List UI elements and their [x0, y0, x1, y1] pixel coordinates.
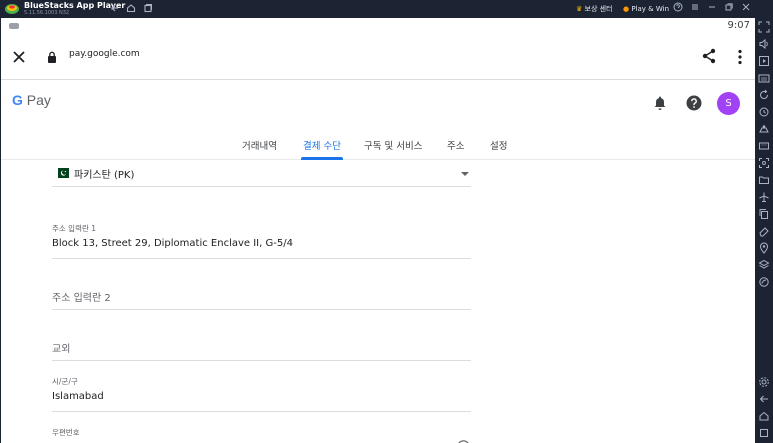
city-label: 시/군/구: [52, 377, 78, 386]
pakistan-flag-icon: [54, 168, 69, 178]
avatar[interactable]: S: [717, 92, 740, 115]
bluestacks-titlebar: BlueStacks App Player 5.11.56.1003 N32 ♛…: [0, 0, 773, 18]
help-circle-icon[interactable]: [672, 2, 684, 16]
address-line2-placeholder: 주소 입력란 2: [52, 293, 111, 304]
back-icon[interactable]: [109, 3, 121, 15]
tab-payment-methods[interactable]: 결제 수단: [303, 138, 341, 152]
restore-icon[interactable]: [723, 2, 735, 16]
url-text[interactable]: pay.google.com: [69, 49, 140, 59]
screenshot-icon[interactable]: [758, 157, 770, 169]
gpay-header: G Pay S 거래내역 결제 수단 구독 및 서비스 주소 설정: [1, 80, 755, 160]
address-line1-value: Block 13, Street 29, Diplomatic Enclave …: [52, 238, 293, 249]
android-home-icon[interactable]: [758, 410, 770, 422]
coin-icon: ●: [623, 5, 630, 13]
settings-gear-icon[interactable]: [758, 376, 770, 388]
tabs-icon[interactable]: [142, 3, 154, 15]
help-icon[interactable]: [686, 95, 702, 111]
tab-activity[interactable]: 거래내역: [242, 138, 277, 152]
browser-toolbar: pay.google.com: [1, 36, 755, 80]
address-line2-field[interactable]: 주소 입력란 2: [52, 273, 471, 310]
rewards-center-label: 보상 센터: [584, 5, 613, 13]
folder-icon[interactable]: [758, 174, 770, 186]
sync-icon[interactable]: [758, 106, 770, 118]
google-g-logo: G: [12, 92, 23, 108]
address-line1-label: 주소 입력란 1: [52, 224, 97, 233]
address-form: 파키스탄 (PK) 주소 입력란 1 Block 13, Street 29, …: [1, 160, 755, 443]
country-value: 파키스탄 (PK): [74, 170, 135, 181]
city-field[interactable]: 시/군/구 Islamabad: [52, 375, 471, 412]
district-placeholder: 교외: [52, 344, 71, 355]
hamburger-menu-icon[interactable]: [689, 2, 701, 16]
shake-icon[interactable]: [758, 123, 770, 135]
fullscreen-icon[interactable]: [758, 21, 770, 33]
dropdown-arrow-icon: [461, 172, 469, 176]
city-value: Islamabad: [52, 391, 104, 402]
layers-icon[interactable]: [758, 259, 770, 271]
media-icon[interactable]: [758, 55, 770, 67]
home-icon[interactable]: [125, 3, 137, 15]
macro-icon[interactable]: [758, 140, 770, 152]
rewards-center-button[interactable]: ♛ 보상 센터: [576, 3, 613, 15]
keyboard-icon[interactable]: [758, 72, 770, 84]
country-select[interactable]: 파키스탄 (PK): [52, 160, 471, 187]
location-icon[interactable]: [758, 242, 770, 254]
android-back-icon[interactable]: [758, 393, 770, 405]
gpay-tabs: 거래내역 결제 수단 구독 및 서비스 주소 설정: [1, 136, 755, 160]
address-line1-field[interactable]: 주소 입력란 1 Block 13, Street 29, Diplomatic…: [52, 222, 471, 259]
volume-icon[interactable]: [758, 38, 770, 50]
lock-icon: [48, 51, 56, 63]
gpay-logo[interactable]: G Pay: [12, 92, 51, 112]
status-time: 9:07: [727, 20, 750, 31]
more-vert-icon[interactable]: [734, 48, 746, 66]
postal-code-label: 우편번호: [52, 428, 80, 437]
eco-mode-icon[interactable]: [758, 276, 770, 288]
close-icon[interactable]: [10, 48, 28, 66]
rotate-icon[interactable]: [758, 89, 770, 101]
android-screen: 9:07 pay.google.com G Pay S 거래내역 결제 수단 구…: [0, 18, 755, 443]
eraser-icon[interactable]: [758, 225, 770, 237]
minimize-icon[interactable]: [706, 2, 718, 16]
pay-wordmark: Pay: [22, 92, 51, 108]
share-icon[interactable]: [701, 48, 717, 64]
tab-settings[interactable]: 설정: [490, 138, 507, 152]
play-win-label: Play & Win: [631, 5, 669, 13]
close-window-icon[interactable]: [740, 2, 752, 16]
app-version: 5.11.56.1003 N32: [24, 10, 70, 16]
play-win-button[interactable]: ● Play & Win: [623, 3, 669, 15]
tab-subscriptions[interactable]: 구독 및 서비스: [364, 138, 422, 152]
recent-apps-icon[interactable]: [758, 427, 770, 439]
district-field[interactable]: 교외: [52, 324, 471, 361]
airplane-icon[interactable]: [758, 191, 770, 203]
copy-icon[interactable]: [758, 208, 770, 220]
notification-icon: [9, 23, 19, 29]
bluestacks-logo-icon: [5, 4, 19, 14]
notifications-bell-icon[interactable]: [653, 95, 667, 111]
bluestacks-sidebar: [755, 18, 773, 443]
tab-addresses[interactable]: 주소: [447, 138, 464, 152]
postal-code-field[interactable]: 우편번호 10870: [52, 426, 471, 443]
status-bar: 9:07: [1, 18, 755, 36]
crown-icon: ♛: [576, 5, 583, 13]
